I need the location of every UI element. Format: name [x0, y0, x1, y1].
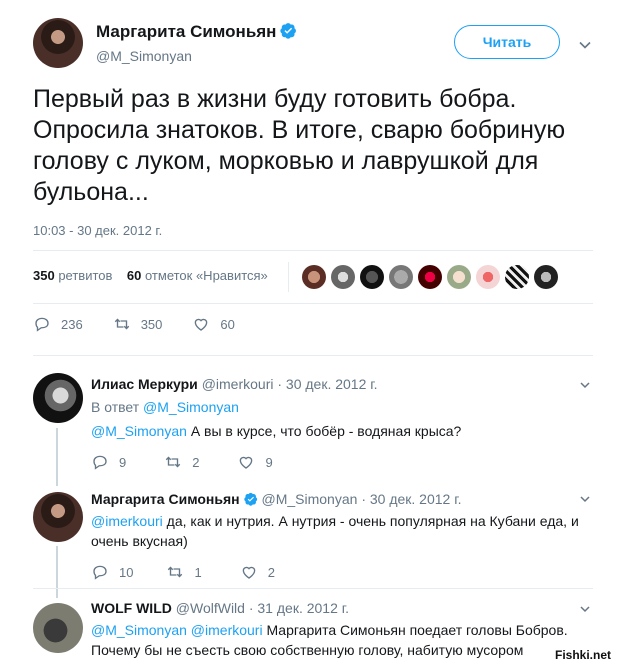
reply-author-name[interactable]: WOLF WILD — [91, 600, 172, 616]
reply-button[interactable]: 236 — [33, 315, 83, 333]
author-name[interactable]: Маргарита Симоньян — [96, 22, 297, 42]
reply-count: 9 — [119, 454, 127, 470]
heart-icon — [240, 456, 253, 469]
retweet-count: 1 — [194, 564, 202, 580]
liker-avatar[interactable] — [534, 265, 558, 289]
reply-author-handle[interactable]: @M_Simonyan — [262, 491, 358, 507]
author-avatar[interactable] — [33, 18, 83, 68]
retweet-count-action: 350 — [140, 316, 163, 332]
tweet-actions: 236 350 60 — [33, 315, 265, 333]
like-count-action: 60 — [220, 316, 235, 332]
verified-badge-icon — [280, 23, 297, 39]
reply-author-name[interactable]: Илиас Меркури — [91, 376, 198, 392]
liker-avatar[interactable] — [331, 265, 355, 289]
liker-avatar[interactable] — [360, 265, 384, 289]
like-count: 9 — [265, 454, 273, 470]
reply-date[interactable]: · 30 дек. 2012 г. — [277, 376, 377, 392]
reply-avatar[interactable] — [33, 603, 83, 653]
reply-context-prefix: В ответ — [91, 399, 140, 415]
reply-context: В ответ @M_Simonyan — [91, 399, 239, 415]
divider — [33, 303, 593, 304]
reply-body: да, как и нутрия. А нутрия - очень попул… — [91, 513, 579, 549]
mention-link[interactable]: @M_Simonyan — [91, 423, 187, 439]
retweet-icon — [168, 566, 183, 578]
mention-link[interactable]: @imerkouri — [91, 513, 163, 529]
reply-header: Илиас Меркури @imerkouri · 30 дек. 2012 … — [91, 376, 378, 392]
tweet-text: Первый раз в жизни буду готовить бобра. … — [33, 85, 566, 206]
chevron-down-icon[interactable] — [579, 603, 591, 615]
tweet-stats: 350 ретвитов 60 отметок «Нравится» — [33, 268, 268, 283]
like-count[interactable]: 60 — [127, 268, 141, 283]
author-name-text[interactable]: Маргарита Симоньян — [96, 22, 276, 41]
reply-avatar[interactable] — [33, 492, 83, 542]
stats-separator — [288, 262, 289, 292]
tweet-timestamp[interactable]: 10:03 - 30 дек. 2012 г. — [33, 223, 162, 238]
retweet-button[interactable]: 2 — [164, 453, 199, 471]
retweet-button[interactable]: 350 — [113, 315, 163, 333]
reply-icon — [35, 317, 49, 332]
reply-author-handle[interactable]: @imerkouri — [202, 376, 274, 392]
retweet-button[interactable]: 1 — [166, 563, 202, 581]
reply-button[interactable]: 10 — [91, 563, 133, 581]
retweet-icon — [166, 456, 181, 468]
reply-text: @imerkouri да, как и нутрия. А нутрия - … — [91, 511, 581, 551]
reply-icon — [93, 455, 107, 470]
reply-header: WOLF WILD @WolfWild · 31 дек. 2012 г. — [91, 600, 349, 616]
liker-avatar[interactable] — [389, 265, 413, 289]
verified-badge-icon — [243, 492, 257, 506]
reply-text: @M_Simonyan @imerkouri Маргарита Симонья… — [91, 620, 581, 660]
chevron-down-icon[interactable] — [579, 493, 591, 505]
chevron-down-icon[interactable] — [578, 38, 592, 52]
reply-actions: 10 1 2 — [91, 563, 305, 581]
reply-context-link[interactable]: @M_Simonyan — [143, 399, 239, 415]
reply-count: 10 — [119, 564, 134, 580]
heart-icon — [242, 566, 256, 579]
like-button[interactable]: 60 — [192, 315, 235, 333]
reply-avatar[interactable] — [33, 373, 83, 423]
retweets-label[interactable]: ретвитов — [58, 268, 112, 283]
reply-actions: 9 2 9 — [91, 453, 303, 471]
thread-line — [56, 428, 58, 486]
likers-avatars — [302, 265, 558, 289]
retweet-icon — [114, 318, 129, 330]
chevron-down-icon[interactable] — [579, 379, 591, 391]
watermark: Fishki.net — [555, 648, 612, 662]
like-count: 2 — [267, 564, 275, 580]
heart-icon — [195, 318, 208, 331]
reply-button[interactable]: 9 — [91, 453, 126, 471]
like-button[interactable]: 9 — [237, 453, 273, 471]
author-handle[interactable]: @M_Simonyan — [96, 48, 192, 64]
reply-author-name[interactable]: Маргарита Симоньян — [91, 491, 240, 507]
divider — [33, 250, 593, 251]
retweet-count: 2 — [192, 454, 200, 470]
reply-text: @M_Simonyan А вы в курсе, что бобёр - во… — [91, 421, 581, 441]
likes-label[interactable]: отметок «Нравится» — [145, 268, 268, 283]
retweet-count[interactable]: 350 — [33, 268, 55, 283]
thread-line — [56, 546, 58, 598]
divider — [33, 588, 593, 589]
like-button[interactable]: 2 — [240, 563, 275, 581]
liker-avatar[interactable] — [302, 265, 326, 289]
liker-avatar[interactable] — [476, 265, 500, 289]
reply-body: А вы в курсе, что бобёр - водяная крыса? — [190, 423, 462, 439]
reply-header: Маргарита Симоньян @M_Simonyan · 30 дек.… — [91, 491, 462, 507]
reply-count: 236 — [61, 316, 83, 332]
reply-date[interactable]: · 30 дек. 2012 г. — [361, 491, 461, 507]
follow-button[interactable]: Читать — [454, 25, 560, 59]
divider — [33, 355, 593, 356]
liker-avatar[interactable] — [418, 265, 442, 289]
reply-icon — [93, 565, 107, 580]
mention-link[interactable]: @M_Simonyan @imerkouri — [91, 622, 263, 638]
liker-avatar[interactable] — [505, 265, 529, 289]
liker-avatar[interactable] — [447, 265, 471, 289]
reply-author-handle[interactable]: @WolfWild — [176, 600, 245, 616]
reply-date[interactable]: · 31 дек. 2012 г. — [249, 600, 349, 616]
